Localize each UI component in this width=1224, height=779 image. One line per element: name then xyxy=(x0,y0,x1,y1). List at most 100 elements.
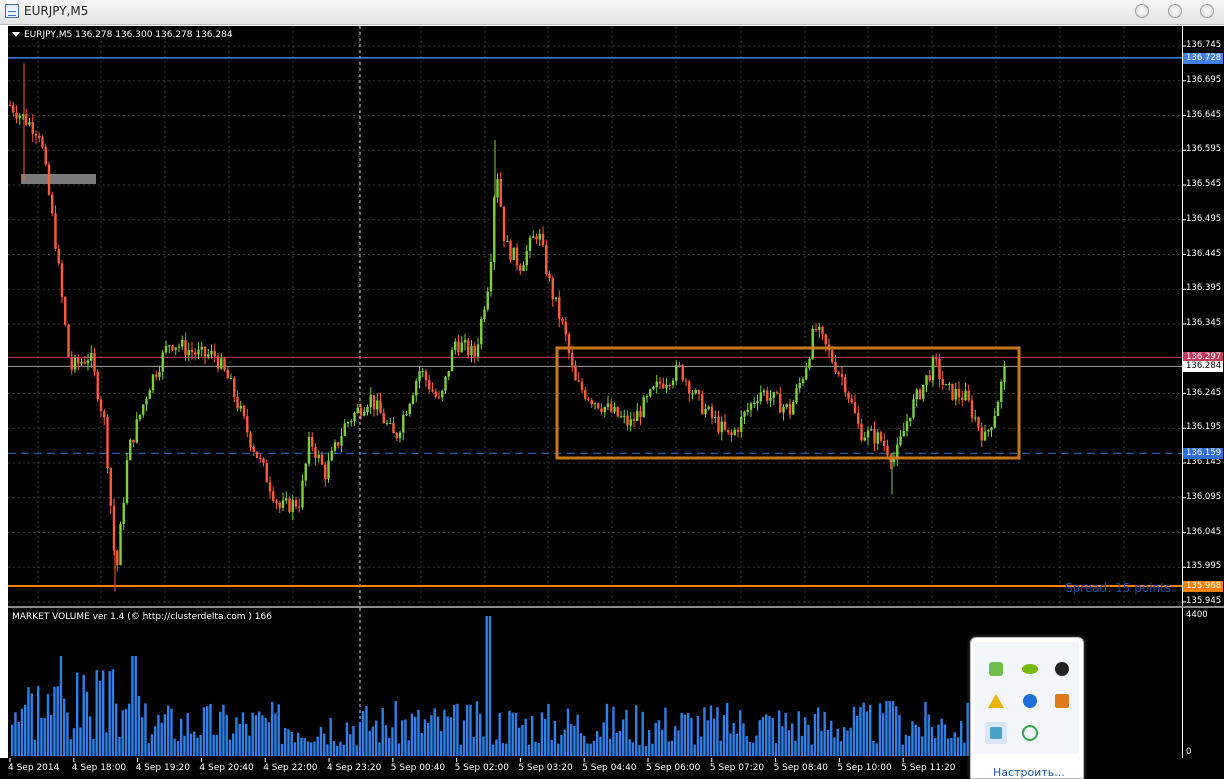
volume-bar xyxy=(475,701,479,756)
volume-bar xyxy=(394,701,397,756)
volume-bar xyxy=(449,717,453,756)
candle-body xyxy=(902,430,905,437)
volume-bar xyxy=(817,707,820,756)
volume-bar xyxy=(726,702,729,756)
candle-body xyxy=(603,407,606,413)
volume-bar xyxy=(690,717,693,756)
volume-bar xyxy=(222,704,225,756)
price-tick-label: 136.345 xyxy=(1186,318,1222,328)
price-tick-label: 136.095 xyxy=(1186,491,1222,502)
price-level-tag: 136.159 xyxy=(1183,448,1223,460)
candle-body xyxy=(990,427,993,431)
candle-body xyxy=(743,411,746,417)
candle-body xyxy=(93,352,96,372)
volume-bar xyxy=(904,734,908,756)
volume-bar xyxy=(784,713,787,756)
volume-bar xyxy=(72,728,76,756)
volume-bar xyxy=(183,735,186,756)
candle-body xyxy=(213,350,216,357)
network-icon[interactable] xyxy=(1019,690,1041,712)
candle-body xyxy=(350,421,353,423)
java-icon[interactable] xyxy=(1051,690,1073,712)
candle-body xyxy=(931,357,935,381)
time-tick-label: 4 Sep 18:00 xyxy=(71,763,127,773)
volume-bar xyxy=(111,669,115,756)
app-icon[interactable] xyxy=(985,722,1007,744)
volume-bar xyxy=(791,723,794,756)
volume-bar xyxy=(141,717,144,756)
volume-bar xyxy=(534,741,537,756)
price-tick-label: 135.995 xyxy=(1186,561,1222,572)
candle-body xyxy=(457,341,460,353)
candle-body xyxy=(379,400,382,414)
volume-bar xyxy=(267,722,271,756)
volume-bar xyxy=(323,733,326,756)
candle-body xyxy=(532,236,535,238)
customize-link[interactable]: Настроить... xyxy=(993,766,1065,779)
candle-body xyxy=(697,390,701,394)
volume-bar xyxy=(50,714,53,756)
volume-bar xyxy=(501,742,505,756)
candle-body xyxy=(80,362,83,364)
dropdown-arrow-icon[interactable] xyxy=(12,32,20,37)
volume-bar xyxy=(53,686,56,756)
candle-body xyxy=(106,417,109,469)
candle-body xyxy=(473,345,476,357)
volume-bar xyxy=(443,709,446,756)
volume-bar xyxy=(911,721,914,756)
volume-bar xyxy=(410,713,414,756)
volume-bar xyxy=(508,710,511,756)
symbol-info[interactable]: EURJPY,M5 136.278 136.300 136.278 136.28… xyxy=(12,30,233,40)
volume-bar xyxy=(963,742,966,756)
volume-bar xyxy=(700,736,703,756)
candle-body xyxy=(476,344,480,357)
time-tick-label: 4 Sep 19:20 xyxy=(135,763,190,773)
volume-bar xyxy=(547,703,550,756)
headset-icon[interactable] xyxy=(1051,658,1073,680)
candle-body xyxy=(122,502,125,524)
update-icon[interactable] xyxy=(1019,722,1041,744)
evernote-icon[interactable] xyxy=(985,658,1007,680)
volume-bar xyxy=(719,740,722,756)
candle-body xyxy=(623,415,626,417)
volume-bar xyxy=(872,741,875,756)
volume-bar xyxy=(960,721,963,756)
volume-bar xyxy=(332,741,336,756)
volume-bar xyxy=(560,735,563,756)
warning-icon[interactable] xyxy=(985,690,1007,712)
volume-bar xyxy=(527,744,531,756)
candle-body xyxy=(343,423,346,436)
candle-body xyxy=(831,350,834,363)
nvidia-icon[interactable] xyxy=(1019,658,1041,680)
volume-bar xyxy=(739,710,742,756)
volume-bar xyxy=(66,712,69,756)
volume-bar xyxy=(245,723,248,756)
candle-body xyxy=(879,432,883,441)
candle-body xyxy=(434,391,437,397)
volume-bar xyxy=(163,714,167,756)
volume-bar xyxy=(186,713,189,756)
candle-body xyxy=(70,356,73,370)
volume-bar xyxy=(615,732,618,756)
volume-bar xyxy=(683,714,687,756)
candle-body xyxy=(538,233,541,240)
candle-body xyxy=(317,454,320,458)
candle-body xyxy=(665,384,668,388)
candle-body xyxy=(944,384,948,386)
volume-bar xyxy=(875,743,878,756)
price-level-tag: 136.284 xyxy=(1183,361,1223,373)
candle-body xyxy=(967,390,970,401)
volume-bar xyxy=(927,714,930,756)
volume-bar xyxy=(290,731,293,756)
volume-bar xyxy=(352,726,355,756)
price-tick-label: 136.495 xyxy=(1186,213,1222,224)
price-tick-label: 136.745 xyxy=(1186,40,1222,50)
volume-bar xyxy=(37,686,40,756)
candle-body xyxy=(948,383,951,385)
candle-body xyxy=(811,328,814,359)
candle-body xyxy=(707,406,710,409)
candle-body xyxy=(886,445,889,456)
candle-body xyxy=(801,379,805,384)
volume-bar xyxy=(150,734,154,756)
candle-body xyxy=(151,374,155,391)
